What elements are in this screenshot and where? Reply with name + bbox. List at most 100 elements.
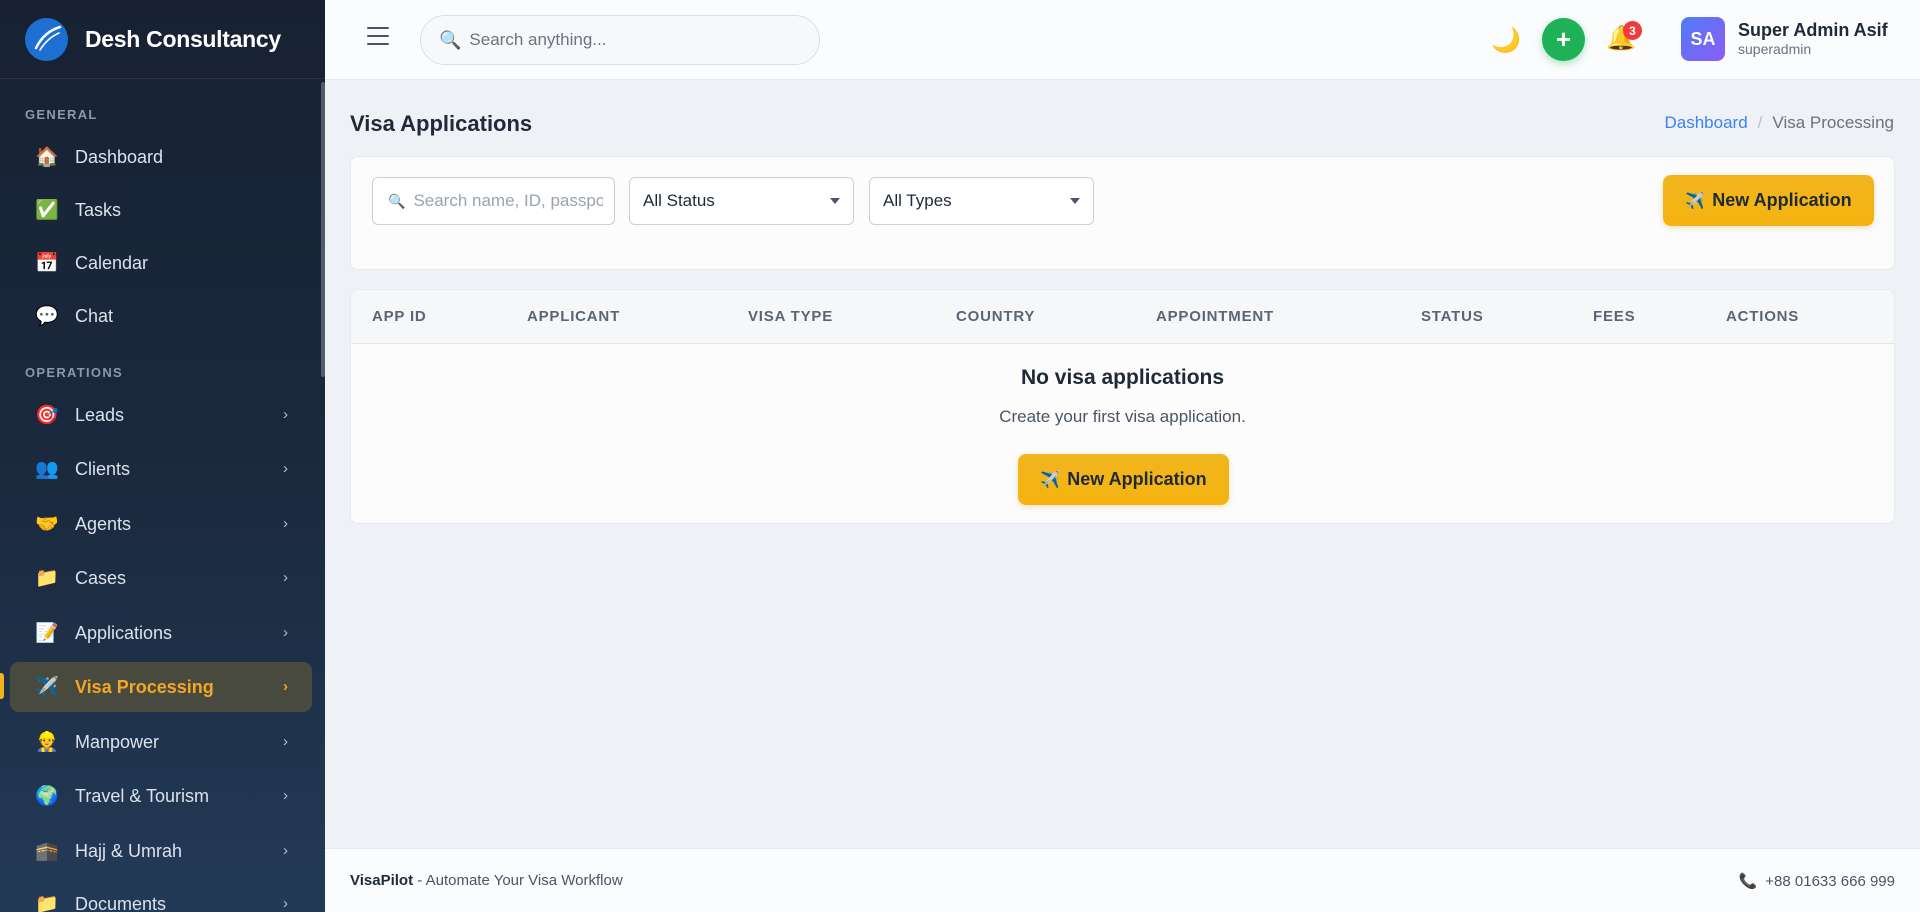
type-filter-select[interactable]: All Types xyxy=(869,177,1094,225)
status-filter-value: All Status xyxy=(643,191,715,210)
chevron-right-icon: › xyxy=(283,460,288,477)
new-application-label: New Application xyxy=(1712,190,1852,210)
sidebar-item-manpower[interactable]: 👷 Manpower › xyxy=(10,717,312,767)
user-role: superadmin xyxy=(1738,41,1812,57)
quick-add-button[interactable]: + xyxy=(1542,18,1585,61)
column-header-app-id[interactable]: APP ID xyxy=(372,308,427,325)
new-application-button[interactable]: ✈️ New Application xyxy=(1663,175,1874,226)
sidebar-item-travel-tourism[interactable]: 🌍 Travel & Tourism › xyxy=(10,771,312,821)
sidebar-item-leads[interactable]: 🎯 Leads › xyxy=(10,390,312,440)
breadcrumb-dashboard-link[interactable]: Dashboard xyxy=(1665,113,1748,132)
chevron-right-icon: › xyxy=(283,569,288,586)
column-header-country[interactable]: COUNTRY xyxy=(956,308,1035,325)
sidebar-item-cases[interactable]: 📁 Cases › xyxy=(10,553,312,603)
sidebar-scrollbar[interactable] xyxy=(321,82,325,377)
sidebar-item-tasks[interactable]: ✅ Tasks xyxy=(10,185,312,235)
airplane-icon: ✈️ xyxy=(1685,192,1706,210)
brand[interactable]: Desh Consultancy xyxy=(0,0,325,79)
chevron-right-icon: › xyxy=(283,406,288,423)
sidebar-item-label: Travel & Tourism xyxy=(75,785,210,806)
sidebar-item-chat[interactable]: 💬 Chat xyxy=(10,291,312,341)
document-edit-icon: 📝 xyxy=(35,623,59,644)
handshake-icon: 🤝 xyxy=(35,514,59,535)
sidebar-item-label: Clients xyxy=(75,458,131,479)
sidebar-item-applications[interactable]: 📝 Applications › xyxy=(10,608,312,658)
column-header-status[interactable]: STATUS xyxy=(1421,308,1484,325)
sidebar-item-label: Calendar xyxy=(75,252,149,273)
sidebar-item-dashboard[interactable]: 🏠 Dashboard xyxy=(10,132,312,182)
column-header-fees[interactable]: FEES xyxy=(1593,308,1635,325)
sidebar-item-label: Cases xyxy=(75,567,127,588)
home-icon: 🏠 xyxy=(35,147,59,168)
sidebar-item-label: Dashboard xyxy=(75,146,164,167)
top-header: 🔍 🌙 + 🔔 3 SA Super Admin Asif superadmin xyxy=(325,0,1920,80)
application-search[interactable]: 🔍 xyxy=(372,177,615,225)
globe-icon: 🌍 xyxy=(35,786,59,807)
chevron-right-icon: › xyxy=(283,678,288,695)
chevron-right-icon: › xyxy=(283,515,288,532)
empty-state-title: No visa applications xyxy=(1020,366,1225,389)
brand-logo-icon xyxy=(25,17,68,61)
sidebar-item-visa-processing[interactable]: ✈️ Visa Processing › xyxy=(10,662,312,712)
application-search-input[interactable] xyxy=(413,191,604,211)
search-icon: 🔍 xyxy=(439,29,462,50)
footer-contact: 📞 +88 01633 666 999 xyxy=(1738,872,1895,891)
menu-toggle-icon[interactable] xyxy=(367,27,389,45)
brand-name: Desh Consultancy xyxy=(85,25,281,52)
sidebar-item-label: Tasks xyxy=(75,199,122,220)
new-application-label: New Application xyxy=(1067,469,1207,489)
sidebar-item-label: Hajj & Umrah xyxy=(75,840,183,861)
sidebar-item-label: Leads xyxy=(75,404,125,425)
sidebar: Desh Consultancy GENERAL OPERATIONS 🏠 Da… xyxy=(0,0,325,912)
target-icon: 🎯 xyxy=(35,405,59,426)
column-header-actions: ACTIONS xyxy=(1726,308,1800,325)
sidebar-item-label: Chat xyxy=(75,305,114,326)
footer-tagline: - Automate Your Visa Workflow xyxy=(413,872,623,889)
global-search[interactable]: 🔍 xyxy=(420,15,820,65)
notification-count-badge: 3 xyxy=(1623,21,1642,40)
check-icon: ✅ xyxy=(35,200,59,221)
footer-brand-name: VisaPilot xyxy=(350,872,414,889)
sidebar-item-agents[interactable]: 🤝 Agents › xyxy=(10,499,312,549)
empty-state-subtitle: Create your first visa application. xyxy=(999,407,1246,426)
column-header-appointment[interactable]: APPOINTMENT xyxy=(1156,308,1274,325)
users-icon: 👥 xyxy=(35,459,59,480)
caret-down-icon xyxy=(1070,198,1080,204)
table-header: APP ID APPLICANT VISA TYPE COUNTRY APPOI… xyxy=(351,290,1894,344)
user-avatar[interactable]: SA xyxy=(1681,17,1725,61)
footer-brand: VisaPilot - Automate Your Visa Workflow xyxy=(350,872,623,889)
status-filter-select[interactable]: All Status xyxy=(629,177,854,225)
sidebar-item-label: Agents xyxy=(75,513,132,534)
airplane-icon: ✈️ xyxy=(1040,471,1061,489)
worker-icon: 👷 xyxy=(35,732,59,753)
breadcrumb: Dashboard / Visa Processing xyxy=(1665,113,1895,133)
chevron-right-icon: › xyxy=(283,842,288,859)
sidebar-item-documents[interactable]: 📁 Documents › xyxy=(10,879,312,912)
column-header-applicant[interactable]: APPLICANT xyxy=(527,308,620,325)
page-title: Visa Applications xyxy=(350,111,533,136)
airplane-icon: ✈️ xyxy=(35,677,59,698)
chevron-right-icon: › xyxy=(283,787,288,804)
column-header-visa-type[interactable]: VISA TYPE xyxy=(748,308,833,325)
empty-state-new-application-button[interactable]: ✈️ New Application xyxy=(1018,454,1229,505)
sidebar-item-hajj-umrah[interactable]: 🕋 Hajj & Umrah › xyxy=(10,826,312,876)
footer-phone-number[interactable]: +88 01633 666 999 xyxy=(1765,873,1895,890)
user-name[interactable]: Super Admin Asif xyxy=(1738,20,1888,41)
caret-down-icon xyxy=(830,198,840,204)
breadcrumb-current: Visa Processing xyxy=(1772,113,1894,132)
chevron-right-icon: › xyxy=(283,624,288,641)
search-icon: 🔍 xyxy=(388,192,406,209)
sidebar-item-clients[interactable]: 👥 Clients › xyxy=(10,444,312,494)
chat-bubble-icon: 💬 xyxy=(35,306,59,327)
kaaba-icon: 🕋 xyxy=(35,841,59,862)
global-search-input[interactable] xyxy=(469,30,790,50)
calendar-icon: 📅 xyxy=(35,253,59,274)
breadcrumb-separator: / xyxy=(1757,113,1763,132)
phone-icon: 📞 xyxy=(1738,873,1758,890)
sidebar-item-label: Applications xyxy=(75,622,173,643)
chevron-right-icon: › xyxy=(283,733,288,750)
section-label-operations: OPERATIONS xyxy=(25,365,123,380)
dark-mode-toggle-icon[interactable]: 🌙 xyxy=(1491,26,1521,55)
sidebar-item-calendar[interactable]: 📅 Calendar xyxy=(10,238,312,288)
sidebar-item-label: Visa Processing xyxy=(75,676,214,697)
